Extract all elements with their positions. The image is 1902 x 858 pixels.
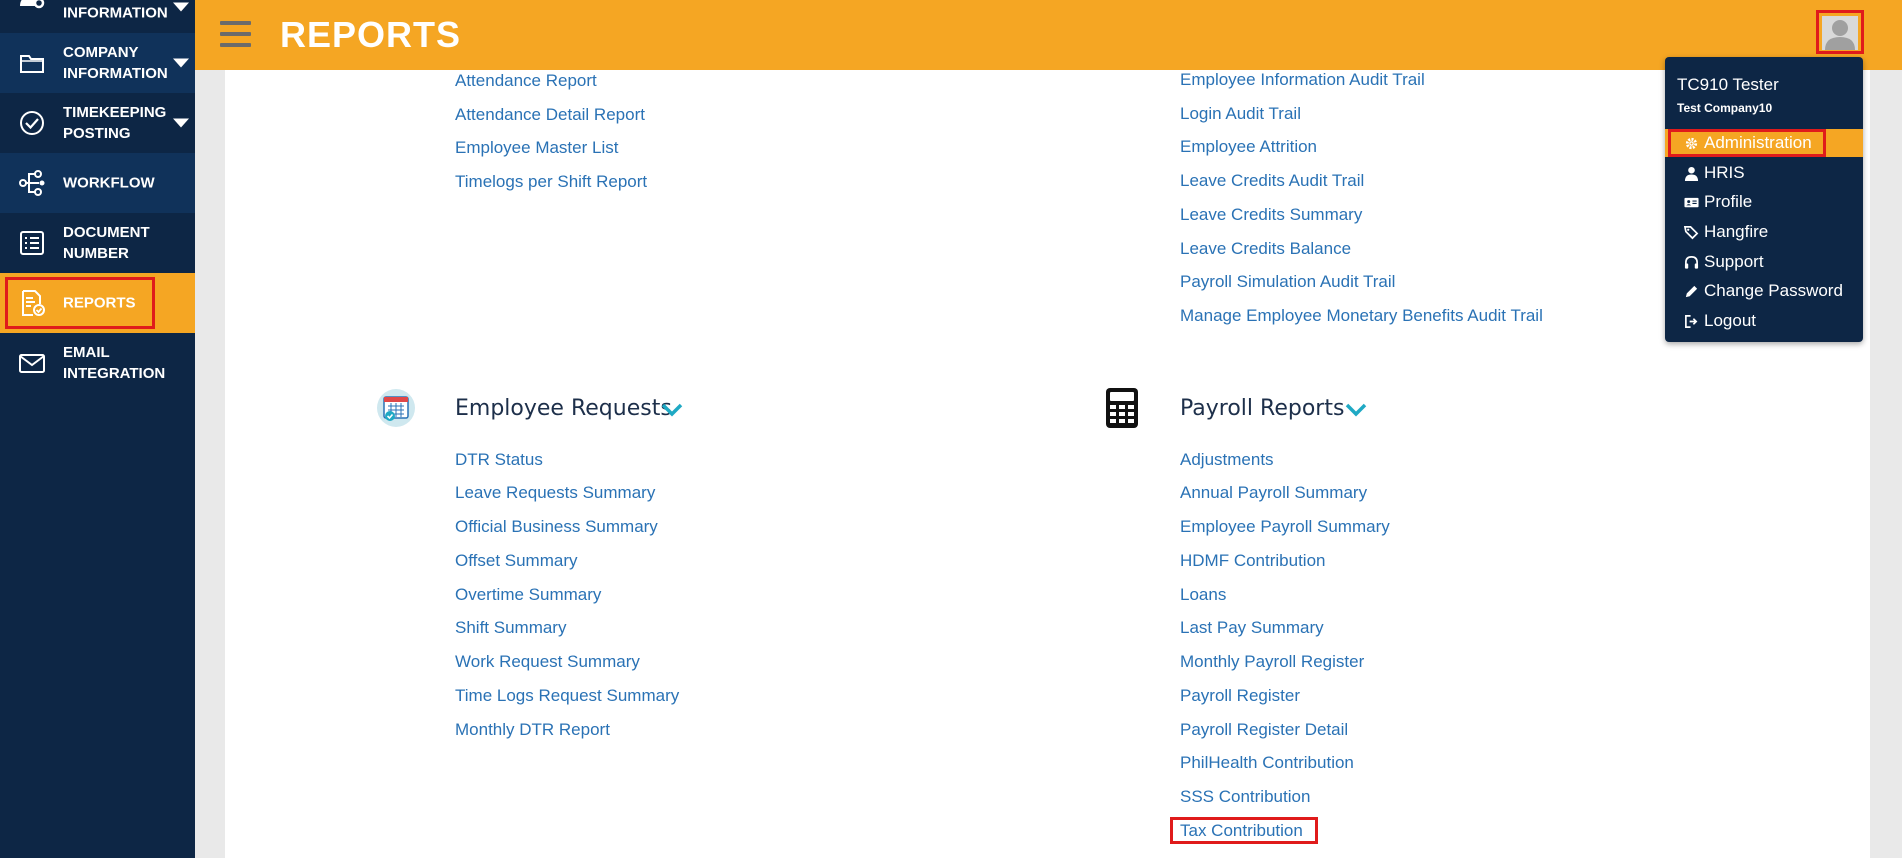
menu-item-hris[interactable]: HRIS	[1665, 159, 1863, 187]
user-avatar-button[interactable]	[1816, 10, 1864, 54]
report-link-dtr-status[interactable]: DTR Status	[455, 450, 543, 470]
report-link-annual-payroll-summary[interactable]: Annual Payroll Summary	[1180, 483, 1367, 503]
report-link-philhealth-contribution[interactable]: PhilHealth Contribution	[1180, 753, 1354, 773]
menu-item-label: Change Password	[1704, 281, 1843, 300]
user-gear-icon	[20, 0, 45, 9]
report-link-official-business-summary[interactable]: Official Business Summary	[455, 517, 658, 537]
envelope-icon	[19, 354, 45, 373]
report-link-leave-credits-audit-trail[interactable]: Leave Credits Audit Trail	[1180, 171, 1364, 191]
section-title-payroll-reports: Payroll Reports	[1180, 396, 1345, 421]
report-link-time-logs-request-summary[interactable]: Time Logs Request Summary	[455, 686, 679, 706]
sidebar-item-label: INFORMATION	[63, 4, 168, 22]
sidebar-item-reports[interactable]: REPORTS	[0, 273, 195, 333]
report-link-payroll-register[interactable]: Payroll Register	[1180, 686, 1300, 706]
report-link-last-pay-summary[interactable]: Last Pay Summary	[1180, 618, 1324, 638]
menu-item-logout[interactable]: Logout	[1665, 307, 1863, 335]
menu-item-label: Administration	[1704, 133, 1812, 152]
report-link-payroll-register-detail[interactable]: Payroll Register Detail	[1180, 720, 1348, 740]
report-link-work-request-summary[interactable]: Work Request Summary	[455, 652, 640, 672]
tags-icon	[1684, 226, 1699, 240]
menu-item-label: Logout	[1704, 311, 1756, 330]
report-link-employee-master-list[interactable]: Employee Master List	[455, 138, 618, 158]
report-link-employee-information-audit-trail[interactable]: Employee Information Audit Trail	[1180, 70, 1425, 90]
calculator-icon	[1106, 388, 1138, 428]
report-link-loans[interactable]: Loans	[1180, 585, 1226, 605]
folder-icon	[20, 55, 44, 73]
sidebar: INFORMATION COMPANY INFORMATION TIMEKEEP…	[0, 0, 195, 858]
section-title-employee-requests: Employee Requests	[455, 396, 672, 421]
sign-out-icon	[1685, 315, 1698, 328]
page-title: REPORTS	[280, 14, 462, 55]
list-icon	[20, 231, 44, 255]
menu-item-change-password[interactable]: Change Password	[1665, 277, 1863, 305]
report-icon	[22, 290, 45, 316]
sidebar-item-document-number[interactable]: DOCUMENT NUMBER	[0, 213, 195, 273]
report-link-leave-requests-summary[interactable]: Leave Requests Summary	[455, 483, 655, 503]
report-link-attendance-detail-report[interactable]: Attendance Detail Report	[455, 105, 645, 125]
sidebar-item-label: COMPANY INFORMATION	[63, 44, 168, 82]
chevron-down-icon	[173, 58, 189, 68]
hamburger-icon[interactable]	[220, 21, 251, 47]
sidebar-item-label: REPORTS	[63, 294, 136, 312]
report-link-monthly-payroll-register[interactable]: Monthly Payroll Register	[1180, 652, 1364, 672]
menu-item-profile[interactable]: Profile	[1665, 188, 1863, 216]
headset-icon	[1684, 256, 1699, 269]
menu-item-label: Profile	[1704, 192, 1753, 211]
sidebar-item-label: DOCUMENT NUMBER	[63, 224, 150, 262]
user-menu-dropdown: TC910 Tester Test Company10 Administrati…	[1665, 57, 1863, 342]
sidebar-item-information[interactable]: INFORMATION	[0, 0, 195, 30]
report-link-login-audit-trail[interactable]: Login Audit Trail	[1180, 104, 1301, 124]
report-link-overtime-summary[interactable]: Overtime Summary	[455, 585, 601, 605]
report-link-offset-summary[interactable]: Offset Summary	[455, 551, 578, 571]
user-name: TC910 Tester	[1677, 75, 1779, 94]
report-link-timelogs-per-shift[interactable]: Timelogs per Shift Report	[455, 172, 647, 192]
workflow-icon	[19, 170, 45, 196]
report-link-employee-payroll-summary[interactable]: Employee Payroll Summary	[1180, 517, 1390, 537]
report-link-shift-summary[interactable]: Shift Summary	[455, 618, 566, 638]
user-avatar-icon	[1822, 16, 1858, 50]
check-circle-icon	[20, 111, 44, 135]
user-company: Test Company10	[1677, 101, 1773, 115]
calendar-check-icon	[377, 389, 415, 427]
sidebar-item-label: EMAIL INTEGRATION	[63, 344, 166, 382]
menu-item-hangfire[interactable]: Hangfire	[1665, 218, 1863, 246]
user-icon	[1684, 166, 1699, 181]
menu-item-label: HRIS	[1704, 163, 1745, 182]
sidebar-item-company-information[interactable]: COMPANY INFORMATION	[0, 33, 195, 93]
menu-item-label: Hangfire	[1704, 222, 1769, 241]
report-link-leave-credits-summary[interactable]: Leave Credits Summary	[1180, 205, 1362, 225]
report-link-monetary-benefits-audit-trail[interactable]: Manage Employee Monetary Benefits Audit …	[1180, 306, 1543, 326]
sidebar-item-email-integration[interactable]: EMAIL INTEGRATION	[0, 333, 195, 393]
report-link-hdmf-contribution[interactable]: HDMF Contribution	[1180, 551, 1326, 571]
report-link-monthly-dtr-report[interactable]: Monthly DTR Report	[455, 720, 610, 740]
reports-content: Attendance Report Attendance Detail Repo…	[225, 70, 1870, 858]
menu-item-support[interactable]: Support	[1665, 248, 1863, 276]
report-link-adjustments[interactable]: Adjustments	[1180, 450, 1274, 470]
report-link-tax-contribution[interactable]: Tax Contribution	[1180, 821, 1303, 841]
report-link-employee-attrition[interactable]: Employee Attrition	[1180, 137, 1317, 157]
chevron-down-icon[interactable]	[661, 402, 683, 418]
report-link-payroll-simulation-audit-trail[interactable]: Payroll Simulation Audit Trail	[1180, 272, 1395, 292]
report-link-leave-credits-balance[interactable]: Leave Credits Balance	[1180, 239, 1351, 259]
sidebar-item-workflow[interactable]: WORKFLOW	[0, 153, 195, 213]
top-header: REPORTS	[195, 0, 1902, 70]
id-card-icon	[1684, 197, 1699, 208]
menu-item-label: Support	[1704, 252, 1764, 271]
pencil-icon	[1685, 285, 1698, 298]
chevron-down-icon[interactable]	[1345, 402, 1367, 418]
report-link-sss-contribution[interactable]: SSS Contribution	[1180, 787, 1310, 807]
chevron-down-icon	[173, 2, 189, 12]
sidebar-item-label: TIMEKEEPING POSTING	[63, 104, 167, 142]
sidebar-item-label: WORKFLOW	[63, 174, 155, 192]
gear-icon	[1685, 137, 1698, 150]
menu-item-administration[interactable]: Administration	[1665, 129, 1863, 157]
chevron-down-icon	[173, 118, 189, 128]
report-link-attendance-report[interactable]: Attendance Report	[455, 71, 597, 91]
sidebar-item-timekeeping-posting[interactable]: TIMEKEEPING POSTING	[0, 93, 195, 153]
